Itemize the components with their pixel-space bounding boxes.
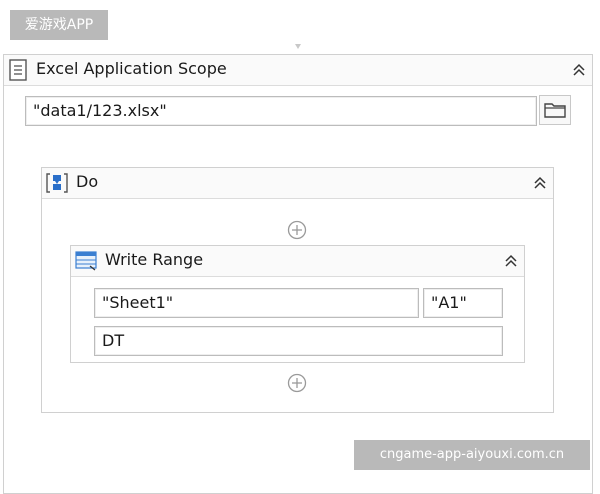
- collapse-do-icon[interactable]: [532, 175, 548, 191]
- collapse-scope-icon[interactable]: [571, 62, 587, 78]
- write-range-header[interactable]: Write Range: [71, 246, 524, 277]
- sequence-icon: [46, 173, 68, 193]
- excel-scope-icon: [9, 59, 27, 81]
- datatable-input[interactable]: DT: [94, 326, 503, 356]
- write-range-title: Write Range: [105, 250, 204, 269]
- drop-indicator-icon: [295, 44, 301, 49]
- browse-file-button[interactable]: [539, 95, 571, 125]
- do-sequence-title: Do: [76, 172, 99, 191]
- watermark-bottom: cngame-app-aiyouxi.com.cn: [354, 440, 590, 470]
- add-activity-top-icon[interactable]: [287, 220, 307, 240]
- write-range-activity[interactable]: Write Range "Sheet1" "A1" DT: [70, 245, 525, 363]
- sheet-name-input[interactable]: "Sheet1": [94, 288, 419, 318]
- workbook-path-input[interactable]: "data1/123.xlsx": [25, 96, 537, 126]
- excel-application-scope-header[interactable]: Excel Application Scope: [4, 55, 592, 86]
- watermark-top: 爱游戏APP: [10, 10, 108, 40]
- collapse-write-range-icon[interactable]: [503, 253, 519, 269]
- add-activity-bottom-icon[interactable]: [287, 373, 307, 393]
- do-sequence-header[interactable]: Do: [42, 168, 553, 199]
- write-range-icon: [75, 251, 97, 271]
- folder-icon: [544, 103, 566, 118]
- excel-application-scope-title: Excel Application Scope: [36, 59, 227, 78]
- start-cell-input[interactable]: "A1": [423, 288, 503, 318]
